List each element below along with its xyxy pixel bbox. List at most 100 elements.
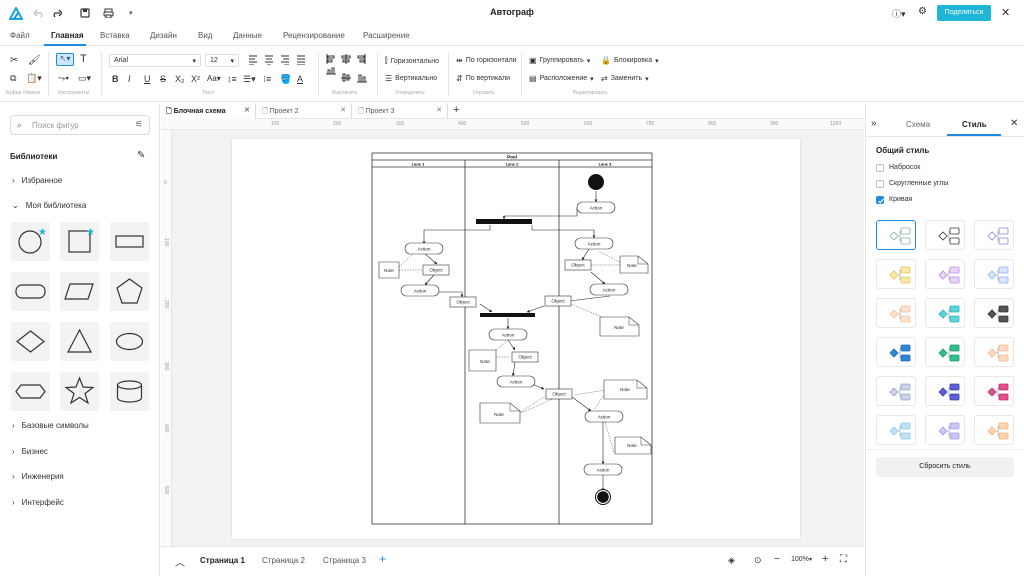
object-node[interactable]: Object bbox=[449, 296, 477, 308]
fork-bar[interactable] bbox=[476, 219, 532, 224]
style-preset-tile[interactable] bbox=[974, 259, 1014, 289]
note-node[interactable]: Note bbox=[619, 255, 649, 274]
swimlane-diagram[interactable]: Pool Lane 1 Lane 2 Lane 3 Action Action … bbox=[232, 139, 800, 539]
action-node[interactable]: Action bbox=[576, 201, 616, 214]
shape-search-placeholder[interactable]: Поиск фигур bbox=[32, 121, 79, 130]
end-node[interactable] bbox=[597, 491, 609, 503]
italic-button[interactable]: I bbox=[128, 74, 131, 84]
tab-view[interactable]: Вид bbox=[198, 31, 212, 40]
reset-style-button[interactable]: Сбросить стиль bbox=[876, 457, 1014, 477]
info-icon[interactable]: ⓘ▾ bbox=[892, 7, 906, 20]
diagram-canvas[interactable]: Pool Lane 1 Lane 2 Lane 3 Action Action … bbox=[172, 130, 864, 546]
font-color-icon[interactable]: A bbox=[297, 74, 303, 84]
text-align-icons[interactable] bbox=[249, 55, 309, 65]
style-preset-tile[interactable] bbox=[974, 220, 1014, 250]
action-node[interactable]: Action bbox=[583, 463, 623, 476]
shape-tool-icon[interactable]: ▭▾ bbox=[78, 73, 91, 84]
distribute-horizontal-button[interactable]: ⫿ Горизонтально bbox=[385, 56, 439, 66]
bullet-list-icon[interactable]: ⁝≡ bbox=[263, 74, 271, 85]
expand-panel-icon[interactable]: » bbox=[871, 118, 877, 129]
zoom-out-icon[interactable]: − bbox=[774, 554, 780, 565]
style-preset-tile[interactable] bbox=[974, 376, 1014, 406]
strikethrough-button[interactable]: S bbox=[160, 74, 166, 84]
underline-button[interactable]: U bbox=[144, 74, 151, 84]
bold-button[interactable]: B bbox=[112, 74, 119, 84]
note-node[interactable]: Note bbox=[603, 379, 648, 400]
sketch-checkbox[interactable] bbox=[876, 164, 884, 172]
library-business[interactable]: › Бизнес bbox=[12, 447, 48, 456]
page-tab-1[interactable]: Страница 1 bbox=[200, 556, 245, 565]
gear-icon[interactable]: ⚙ bbox=[918, 6, 927, 17]
diagram-page[interactable]: Pool Lane 1 Lane 2 Lane 3 Action Action … bbox=[232, 139, 800, 539]
note-node[interactable]: Note bbox=[479, 402, 521, 424]
action-node[interactable]: Action bbox=[404, 242, 444, 255]
paste-icon[interactable]: 📋▾ bbox=[26, 73, 42, 84]
library-my-library[interactable]: ⌄ Моя библиотека bbox=[12, 201, 86, 210]
action-node[interactable]: Action bbox=[488, 328, 528, 341]
action-node[interactable]: Action bbox=[574, 237, 614, 250]
style-preset-tile[interactable] bbox=[925, 220, 965, 250]
action-node[interactable]: Action bbox=[400, 284, 440, 297]
page-tab-3[interactable]: Страница 3 bbox=[323, 556, 366, 565]
replace-button[interactable]: ⇄ Заменить ▾ bbox=[601, 74, 649, 83]
doc-tab-flowchart[interactable]: 🗋 Блочная схема ✕ bbox=[161, 103, 256, 119]
doc-tab-project-3[interactable]: 🗋 Проект 3 ✕ bbox=[353, 103, 448, 119]
style-preset-tile[interactable] bbox=[876, 220, 916, 250]
superscript-button[interactable]: X² bbox=[191, 74, 200, 84]
library-interface[interactable]: › Интерфейс bbox=[12, 498, 64, 507]
fullscreen-icon[interactable]: ⛶ bbox=[840, 554, 847, 565]
zoom-level[interactable]: 100% bbox=[791, 556, 809, 563]
fill-color-icon[interactable]: 🪣 bbox=[280, 74, 291, 85]
collapse-chevron-icon[interactable]: ︿ bbox=[175, 554, 185, 569]
start-node[interactable] bbox=[588, 174, 604, 190]
cut-icon[interactable]: ✂ bbox=[10, 55, 18, 66]
rounded-corners-checkbox[interactable] bbox=[876, 180, 884, 188]
copy-icon[interactable]: ⧉ bbox=[10, 73, 16, 84]
join-bar[interactable] bbox=[480, 313, 535, 317]
group-button[interactable]: ▣ Группировать ▾ bbox=[529, 56, 590, 65]
print-icon[interactable] bbox=[103, 8, 114, 18]
layers-icon[interactable]: ◈ bbox=[728, 555, 735, 566]
list-icon[interactable]: ☰▾ bbox=[243, 74, 256, 85]
redo-icon[interactable] bbox=[52, 9, 62, 18]
layout-button[interactable]: ▤ Расположение ▾ bbox=[529, 74, 594, 83]
shape-parallelogram[interactable] bbox=[60, 272, 99, 311]
page-tab-2[interactable]: Страница 2 bbox=[262, 556, 305, 565]
font-size-select[interactable]: 12 ▾ bbox=[205, 54, 239, 67]
quick-access-dropdown-icon[interactable]: ▾ bbox=[129, 9, 133, 17]
shape-triangle[interactable] bbox=[60, 322, 99, 361]
shape-diamond[interactable] bbox=[11, 322, 50, 361]
tab-review[interactable]: Рецензирование bbox=[283, 31, 345, 40]
object-node[interactable]: Object bbox=[511, 351, 539, 363]
align-icons[interactable] bbox=[326, 54, 374, 84]
shape-star[interactable] bbox=[60, 372, 99, 411]
undo-icon[interactable] bbox=[34, 9, 44, 18]
shape-hexagon[interactable] bbox=[11, 372, 50, 411]
share-button[interactable]: Поделиться bbox=[937, 5, 991, 21]
line-spacing-icon[interactable]: ↕≡ bbox=[227, 74, 237, 84]
shape-search-box[interactable]: ⌕ Поиск фигур ⚟ bbox=[10, 115, 150, 135]
note-node[interactable]: Note bbox=[614, 436, 652, 455]
save-icon[interactable] bbox=[80, 8, 90, 18]
style-preset-tile[interactable] bbox=[925, 415, 965, 445]
flip-vertical-button[interactable]: ⇵ По вертикали bbox=[456, 74, 510, 83]
text-tool-icon[interactable]: T bbox=[80, 53, 87, 65]
flip-horizontal-button[interactable]: ⇹ По горизонтали bbox=[456, 56, 517, 65]
style-preset-tile[interactable] bbox=[925, 376, 965, 406]
close-panel-icon[interactable]: ✕ bbox=[1010, 118, 1018, 129]
style-preset-tile[interactable] bbox=[925, 259, 965, 289]
object-node[interactable]: Object bbox=[545, 388, 573, 400]
doc-tab-project-2[interactable]: 🗋 Проект 2 ✕ bbox=[257, 103, 352, 119]
tab-extension[interactable]: Расширение bbox=[363, 31, 410, 40]
tab-design[interactable]: Дизайн bbox=[150, 31, 177, 40]
connector-tool-icon[interactable]: ⤳▾ bbox=[58, 73, 69, 84]
close-icon[interactable]: ✕ bbox=[1001, 6, 1010, 19]
object-node[interactable]: Object bbox=[544, 295, 572, 307]
curve-checkbox[interactable] bbox=[876, 196, 884, 204]
style-preset-tile[interactable] bbox=[876, 298, 916, 328]
close-tab-icon[interactable]: ✕ bbox=[436, 106, 442, 114]
zoom-dropdown-icon[interactable]: ▾ bbox=[809, 556, 812, 563]
style-preset-tile[interactable] bbox=[876, 415, 916, 445]
format-painter-icon[interactable]: 🖌 bbox=[28, 55, 41, 66]
object-node[interactable]: Object bbox=[564, 259, 592, 271]
